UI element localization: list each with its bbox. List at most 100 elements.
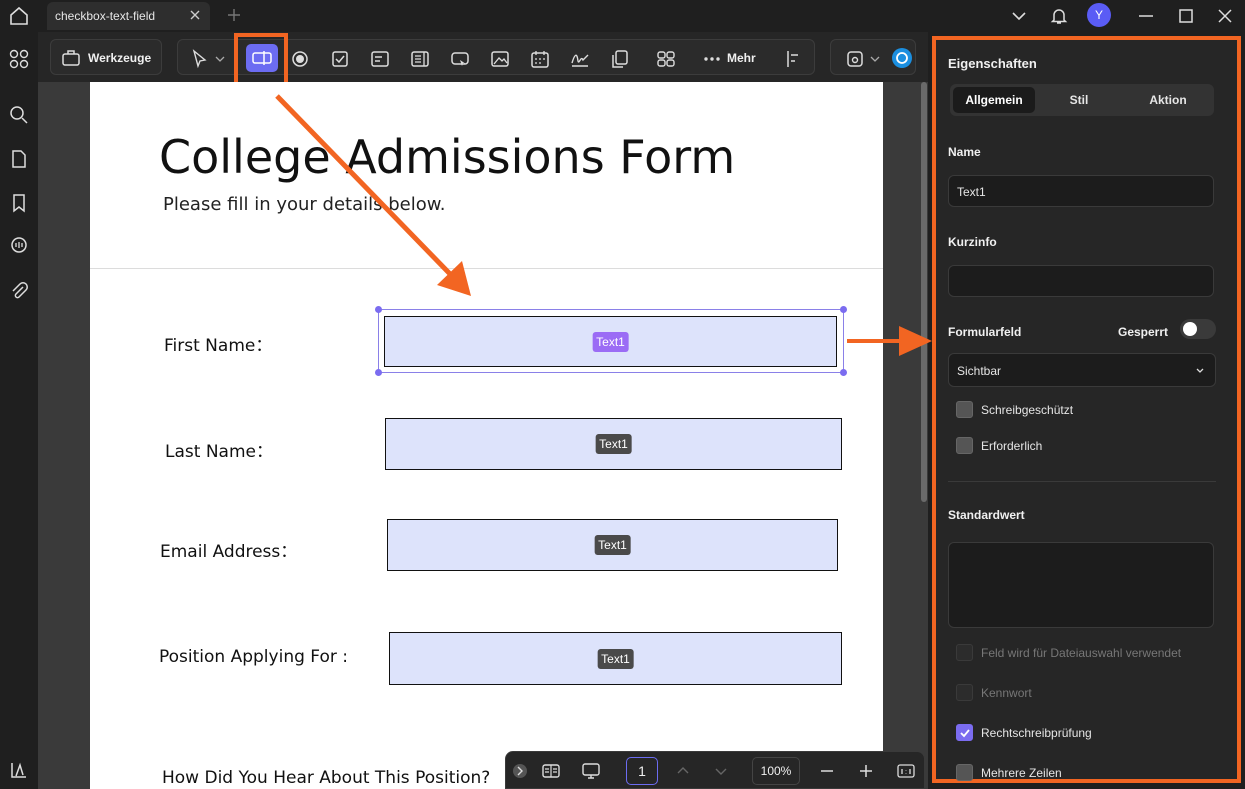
close-window-icon[interactable]	[1215, 6, 1235, 26]
chevron-down-icon[interactable]	[214, 49, 226, 69]
schreibgeschuetzt-label: Schreibgeschützt	[981, 403, 1074, 417]
last-name-field[interactable]: Text1	[385, 418, 842, 470]
signature-field-icon[interactable]	[570, 49, 590, 69]
last-name-label: Last Name：	[165, 442, 273, 462]
kennwort-checkbox	[956, 684, 973, 701]
actual-size-icon[interactable]	[897, 762, 915, 780]
minimize-icon[interactable]	[1136, 6, 1156, 26]
search-icon[interactable]	[8, 104, 30, 126]
button-field-icon[interactable]	[450, 49, 470, 69]
pdf-page: College Admissions Form Please fill in y…	[90, 82, 883, 789]
zoom-out-icon[interactable]	[818, 762, 836, 780]
how-did-you-hear-label: How Did You Hear About This Position?	[162, 768, 491, 788]
align-left-icon[interactable]	[784, 49, 804, 69]
tab-allgemein[interactable]: Allgemein	[953, 87, 1035, 113]
presentation-icon[interactable]	[582, 762, 600, 780]
comment-icon[interactable]	[8, 235, 30, 257]
bell-icon[interactable]	[1049, 6, 1069, 26]
page-divider	[90, 268, 883, 269]
chevron-down-icon[interactable]	[1009, 6, 1029, 26]
standardwert-label: Standardwert	[948, 508, 1025, 522]
chevron-up-icon[interactable]	[674, 762, 692, 780]
title-bar: checkbox-text-field Y	[0, 0, 1245, 32]
chevron-down-icon[interactable]	[712, 762, 730, 780]
document-tab[interactable]: checkbox-text-field	[47, 2, 210, 30]
kurzinfo-label: Kurzinfo	[948, 235, 997, 249]
bookmark-icon[interactable]	[8, 192, 30, 214]
resize-handle[interactable]	[840, 306, 847, 313]
vertical-scrollbar[interactable]	[921, 82, 927, 502]
file-select-checkbox	[956, 644, 973, 661]
panel-title: Eigenschaften	[948, 56, 1037, 71]
page-title: College Admissions Form	[159, 130, 736, 184]
pages-icon[interactable]	[8, 148, 30, 170]
tab-stil[interactable]: Stil	[1038, 87, 1120, 113]
werkzeuge-button[interactable]: Werkzeuge	[50, 39, 162, 75]
standardwert-textarea[interactable]	[948, 542, 1214, 628]
home-icon[interactable]	[8, 6, 30, 26]
chevron-down-icon[interactable]	[869, 49, 881, 69]
gesperrt-label: Gesperrt	[1118, 325, 1169, 339]
resize-handle[interactable]	[840, 369, 847, 376]
name-label: Name	[948, 145, 981, 159]
gesperrt-toggle[interactable]	[1180, 319, 1216, 339]
expand-panel-icon[interactable]	[512, 763, 528, 779]
maximize-icon[interactable]	[1176, 6, 1196, 26]
apps-grid-icon[interactable]	[8, 48, 30, 70]
mehr-button[interactable]: Mehr	[727, 51, 756, 65]
kennwort-label: Kennwort	[981, 686, 1032, 700]
dropdown-field-icon[interactable]	[370, 49, 390, 69]
ai-assistant-icon[interactable]	[891, 47, 913, 69]
name-input[interactable]: Text1	[948, 175, 1214, 207]
avatar[interactable]: Y	[1087, 3, 1111, 27]
zoom-level[interactable]: 100%	[752, 757, 800, 785]
field-name-chip: Text1	[592, 331, 629, 352]
rechtschreibpruefung-checkbox[interactable]	[956, 724, 973, 741]
new-tab-icon[interactable]	[226, 7, 242, 23]
file-select-label: Feld wird für Dateiauswahl verwendet	[981, 646, 1182, 660]
field-name-chip: Text1	[595, 434, 632, 454]
first-name-label: First Name：	[164, 336, 273, 356]
properties-panel: Eigenschaften Allgemein Stil Aktion Name…	[932, 36, 1241, 783]
field-name-chip: Text1	[597, 648, 634, 669]
erforderlich-checkbox[interactable]	[956, 437, 973, 454]
erforderlich-label: Erforderlich	[981, 439, 1043, 453]
reading-mode-icon[interactable]	[542, 762, 560, 780]
position-label: Position Applying For :	[159, 647, 348, 667]
checkbox-icon[interactable]	[330, 49, 350, 69]
page-number-input[interactable]: 1	[626, 757, 658, 785]
rechtschreibpruefung-label: Rechtschreibprüfung	[981, 726, 1092, 740]
date-field-icon[interactable]	[530, 49, 550, 69]
more-dots-icon[interactable]	[702, 49, 722, 69]
close-tab-icon[interactable]	[188, 8, 202, 22]
page-navigation-bar: 1 100%	[505, 751, 925, 789]
attachment-icon[interactable]	[8, 280, 30, 302]
resize-handle[interactable]	[375, 369, 382, 376]
schreibgeschuetzt-checkbox[interactable]	[956, 401, 973, 418]
properties-tabs: Allgemein Stil Aktion	[950, 84, 1214, 116]
tab-aktion[interactable]: Aktion	[1125, 87, 1211, 113]
list-box-icon[interactable]	[410, 49, 430, 69]
first-name-field[interactable]: Text1	[384, 316, 837, 367]
grid-layout-icon[interactable]	[656, 49, 676, 69]
tab-label: checkbox-text-field	[55, 9, 156, 23]
library-icon[interactable]	[8, 759, 30, 781]
resize-handle[interactable]	[375, 306, 382, 313]
field-name-chip: Text1	[594, 535, 631, 555]
select-pointer-icon[interactable]	[190, 49, 210, 69]
page-subtitle: Please fill in your details below.	[163, 194, 446, 215]
position-field[interactable]: Text1	[389, 632, 842, 685]
tool-highlight-annotation	[234, 33, 288, 87]
visibility-select[interactable]: Sichtbar	[948, 353, 1216, 387]
check-icon	[960, 729, 970, 738]
email-address-field[interactable]: Text1	[387, 519, 838, 571]
chevron-down-icon	[1196, 368, 1204, 373]
copy-fields-icon[interactable]	[610, 49, 630, 69]
mehrere-zeilen-checkbox[interactable]	[956, 764, 973, 781]
mehrere-zeilen-label: Mehrere Zeilen	[981, 766, 1062, 780]
image-field-icon[interactable]	[490, 49, 510, 69]
zoom-in-icon[interactable]	[857, 762, 875, 780]
save-icon[interactable]	[845, 49, 865, 69]
radio-button-icon[interactable]	[290, 49, 310, 69]
kurzinfo-input[interactable]	[948, 265, 1214, 297]
